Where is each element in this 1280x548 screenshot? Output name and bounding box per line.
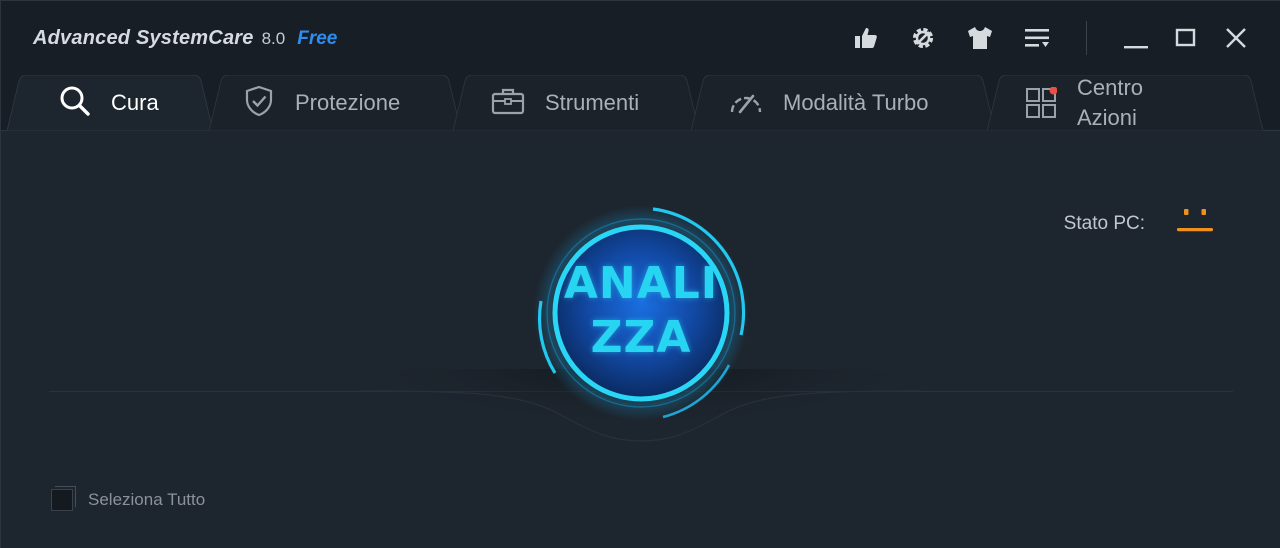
app-version: 8.0 xyxy=(261,29,286,48)
thumbs-up-icon[interactable] xyxy=(851,23,881,53)
grid-apps-icon xyxy=(1025,86,1058,119)
tab-label: Strumenti xyxy=(545,90,640,115)
scan-button-label: ANALI ZZA xyxy=(533,257,749,365)
app-window: Advanced SystemCare 8.0 Free Cura Protez… xyxy=(0,0,1280,548)
settings-gear-icon[interactable] xyxy=(908,23,938,53)
tab-label: Cura xyxy=(111,90,159,115)
tab-modalita-turbo[interactable]: Modalità Turbo xyxy=(691,75,995,131)
shield-check-icon xyxy=(243,85,275,122)
app-name: Advanced SystemCare xyxy=(33,27,254,49)
scan-label-line2: ZZA xyxy=(590,312,692,363)
title-toolbar xyxy=(824,21,1280,55)
tab-cura[interactable]: Cura xyxy=(7,75,219,131)
app-edition: Free xyxy=(297,28,338,49)
status-label: Stato PC: xyxy=(1063,212,1145,234)
search-icon xyxy=(59,85,91,122)
tab-label: Centro Azioni xyxy=(1077,73,1143,133)
tab-label-line2: Azioni xyxy=(1077,105,1137,130)
tab-bar: Cura Protezione Strumenti Modalità Turbo… xyxy=(1,75,1280,131)
select-all-checkbox[interactable] xyxy=(51,486,76,511)
close-icon[interactable] xyxy=(1221,23,1251,53)
scan-label-line1: ANALI xyxy=(563,258,719,309)
select-all-toggle[interactable]: Seleziona Tutto xyxy=(51,486,206,511)
main-panel: Stato PC: ANALI ZZA Seleziona Tutto xyxy=(1,131,1280,548)
tab-label: Modalità Turbo xyxy=(783,90,929,115)
title-bar: Advanced SystemCare 8.0 Free xyxy=(1,1,1280,75)
tab-label-line1: Centro xyxy=(1077,75,1144,100)
tab-protezione[interactable]: Protezione xyxy=(209,75,461,131)
pc-status: Stato PC: xyxy=(1064,205,1215,242)
tab-strumenti[interactable]: Strumenti xyxy=(453,75,699,131)
tab-label: Protezione xyxy=(295,90,401,115)
scan-button[interactable]: ANALI ZZA xyxy=(533,205,749,421)
tab-centro-azioni[interactable]: Centro Azioni xyxy=(987,75,1263,131)
speedometer-icon xyxy=(729,87,763,120)
toolbox-icon xyxy=(491,86,525,121)
toolbar-separator xyxy=(1086,21,1087,55)
app-title: Advanced SystemCare 8.0 Free xyxy=(33,27,337,50)
select-all-label: Seleziona Tutto xyxy=(88,490,206,509)
minimize-icon[interactable] xyxy=(1121,23,1151,53)
neutral-face-icon xyxy=(1175,205,1215,242)
maximize-icon[interactable] xyxy=(1171,23,1201,53)
skin-shirt-icon[interactable] xyxy=(965,23,995,53)
menu-list-icon[interactable] xyxy=(1022,23,1052,53)
